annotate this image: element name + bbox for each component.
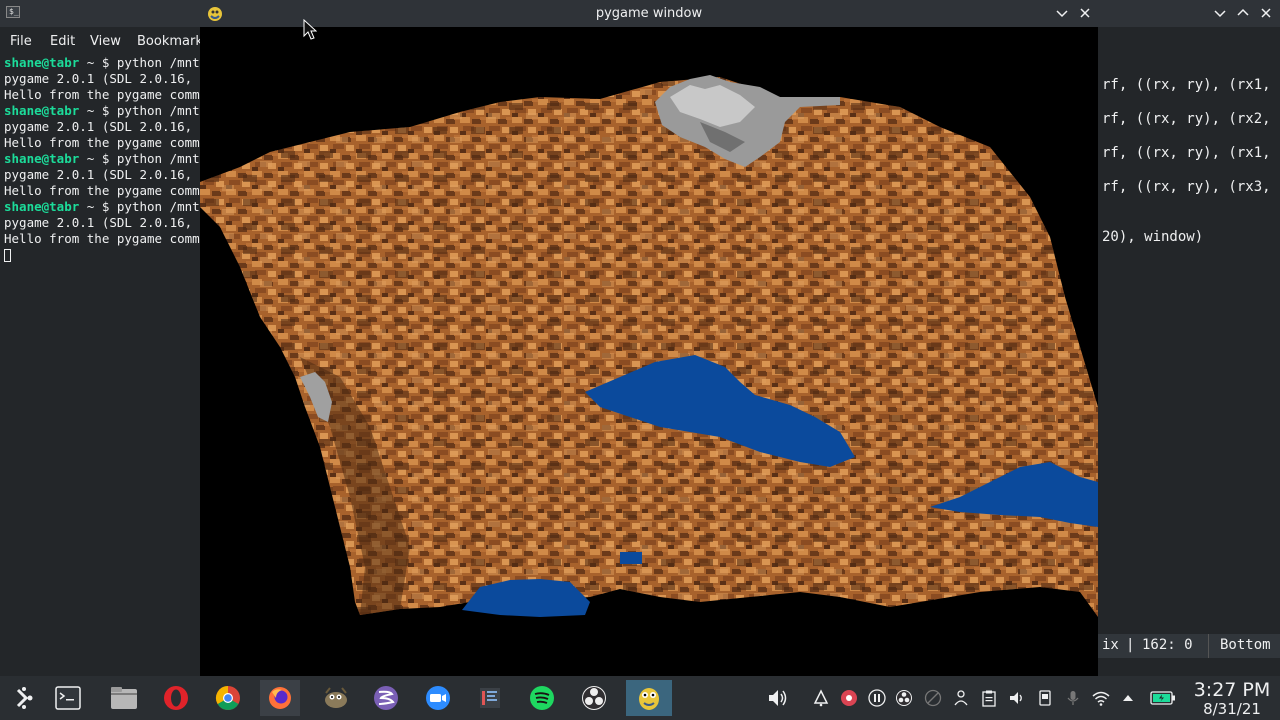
code-line: 20), window) bbox=[1102, 229, 1204, 245]
wifi-icon[interactable] bbox=[1092, 689, 1110, 707]
battery-icon[interactable] bbox=[1150, 689, 1176, 707]
mouse-pointer-icon bbox=[303, 19, 317, 40]
editor-titlebar[interactable] bbox=[1098, 0, 1280, 27]
terminal-line: pygame 2.0.1 (SDL 2.0.16, bbox=[4, 167, 193, 182]
terminal-prompt: shane@tabr bbox=[4, 151, 80, 166]
application-launcher-icon[interactable] bbox=[4, 680, 44, 716]
terminal-titlebar[interactable]: $_ bbox=[0, 0, 200, 27]
firefox-icon[interactable] bbox=[260, 680, 300, 716]
clock-date[interactable]: 8/31/21 bbox=[1188, 700, 1276, 718]
microphone-icon[interactable] bbox=[1064, 689, 1082, 707]
maximize-icon[interactable] bbox=[1235, 5, 1251, 21]
terminal-command: ~ $ python /mnt bbox=[79, 151, 200, 166]
pygame-titlebar[interactable]: pygame window bbox=[200, 0, 1098, 27]
editor-status-bar: ix | 162: 0 Bottom bbox=[1098, 634, 1280, 658]
file-manager-icon[interactable] bbox=[104, 680, 144, 716]
clipboard-icon[interactable] bbox=[980, 689, 998, 707]
menu-file[interactable]: File bbox=[10, 34, 32, 49]
volume-icon[interactable] bbox=[766, 686, 790, 710]
terminal-prompt: shane@tabr bbox=[4, 103, 80, 118]
editor-window[interactable]: rf, ((rx, ry), (rx1, r rf, ((rx, ry), (r… bbox=[1098, 0, 1280, 676]
pygame-window[interactable]: pygame window bbox=[200, 0, 1098, 676]
terminal-line: shane@tabr ~ $ python /mnt bbox=[4, 103, 200, 119]
close-icon[interactable] bbox=[1258, 5, 1274, 21]
terminal-line: Hello from the pygame comm bbox=[4, 87, 200, 102]
minimize-icon[interactable] bbox=[1212, 5, 1228, 21]
terminal-line: pygame 2.0.1 (SDL 2.0.16, bbox=[4, 71, 193, 86]
code-line: rf, ((rx, ry), (rx3, r bbox=[1102, 179, 1280, 195]
window-title: pygame window bbox=[595, 6, 703, 21]
status-position: 162: 0 bbox=[1142, 637, 1193, 653]
taskbar bbox=[0, 676, 1280, 720]
terminal-window[interactable]: $_ File Edit View Bookmark shane@tabr ~ … bbox=[0, 0, 200, 676]
terminal-command: ~ $ python /mnt bbox=[79, 199, 200, 214]
terminal-line: Hello from the pygame comm bbox=[4, 183, 200, 198]
status-mode: ix bbox=[1102, 637, 1119, 653]
code-line: rf, ((rx, ry), (rx1, r bbox=[1102, 145, 1280, 161]
terminal-line: pygame 2.0.1 (SDL 2.0.16, bbox=[4, 215, 193, 230]
terminal-line: shane@tabr ~ $ python /mnt bbox=[4, 151, 200, 167]
terminal-line: shane@tabr ~ $ python /mnt bbox=[4, 55, 200, 71]
menu-bookmarks[interactable]: Bookmark bbox=[137, 34, 200, 49]
menu-edit[interactable]: Edit bbox=[50, 34, 75, 49]
terrain-shading bbox=[200, 77, 1098, 617]
obs-tray-icon[interactable] bbox=[895, 689, 913, 707]
terminal-line: Hello from the pygame comm bbox=[4, 231, 200, 246]
close-icon[interactable] bbox=[1077, 5, 1093, 21]
konsole-icon[interactable] bbox=[48, 680, 88, 716]
terminal-line: pygame 2.0.1 (SDL 2.0.16, bbox=[4, 119, 193, 134]
clock-time[interactable]: 3:27 PM bbox=[1188, 679, 1276, 701]
speaker-icon[interactable] bbox=[1008, 689, 1026, 707]
opera-icon[interactable] bbox=[156, 680, 196, 716]
disabled-icon[interactable] bbox=[924, 689, 942, 707]
terminal-line: shane@tabr ~ $ python /mnt bbox=[4, 199, 200, 215]
emacs-icon[interactable] bbox=[366, 680, 406, 716]
chrome-icon[interactable] bbox=[208, 680, 248, 716]
terminal-command: ~ $ python /mnt bbox=[79, 103, 200, 118]
minimize-icon[interactable] bbox=[1054, 5, 1070, 21]
terminal-output[interactable]: shane@tabr ~ $ python /mnt pygame 2.0.1 … bbox=[4, 55, 200, 263]
terminal-command: ~ $ python /mnt bbox=[79, 55, 200, 70]
expand-tray-icon[interactable] bbox=[1119, 689, 1137, 707]
gimp-icon[interactable] bbox=[316, 680, 356, 716]
zoom-icon[interactable] bbox=[418, 680, 458, 716]
pause-icon[interactable] bbox=[868, 689, 886, 707]
status-divider bbox=[1208, 634, 1209, 658]
terminal-line bbox=[4, 247, 200, 263]
status-scroll: Bottom bbox=[1220, 637, 1271, 653]
terminal-line: Hello from the pygame comm bbox=[4, 135, 200, 150]
spotify-icon[interactable] bbox=[522, 680, 562, 716]
media-record-icon[interactable] bbox=[840, 689, 858, 707]
terminal-prompt: shane@tabr bbox=[4, 55, 80, 70]
pond bbox=[620, 552, 642, 564]
status-separator: | bbox=[1126, 637, 1135, 653]
obs-icon[interactable] bbox=[574, 680, 614, 716]
users-icon[interactable] bbox=[952, 689, 970, 707]
terrain-render[interactable] bbox=[200, 27, 1098, 676]
code-line: rf, ((rx, ry), (rx1, r bbox=[1102, 77, 1280, 93]
notification-icon[interactable] bbox=[812, 689, 830, 707]
terminal-cursor bbox=[4, 249, 11, 262]
device-icon[interactable] bbox=[1036, 689, 1054, 707]
menu-view[interactable]: View bbox=[90, 34, 121, 49]
terminal-icon: $_ bbox=[6, 6, 20, 18]
terminal-prompt: shane@tabr bbox=[4, 199, 80, 214]
terminal-menubar: File Edit View Bookmark bbox=[0, 30, 200, 52]
code-line: rf, ((rx, ry), (rx2, r bbox=[1102, 111, 1280, 127]
pygame-icon[interactable] bbox=[626, 680, 672, 716]
editor-icon[interactable] bbox=[470, 680, 510, 716]
